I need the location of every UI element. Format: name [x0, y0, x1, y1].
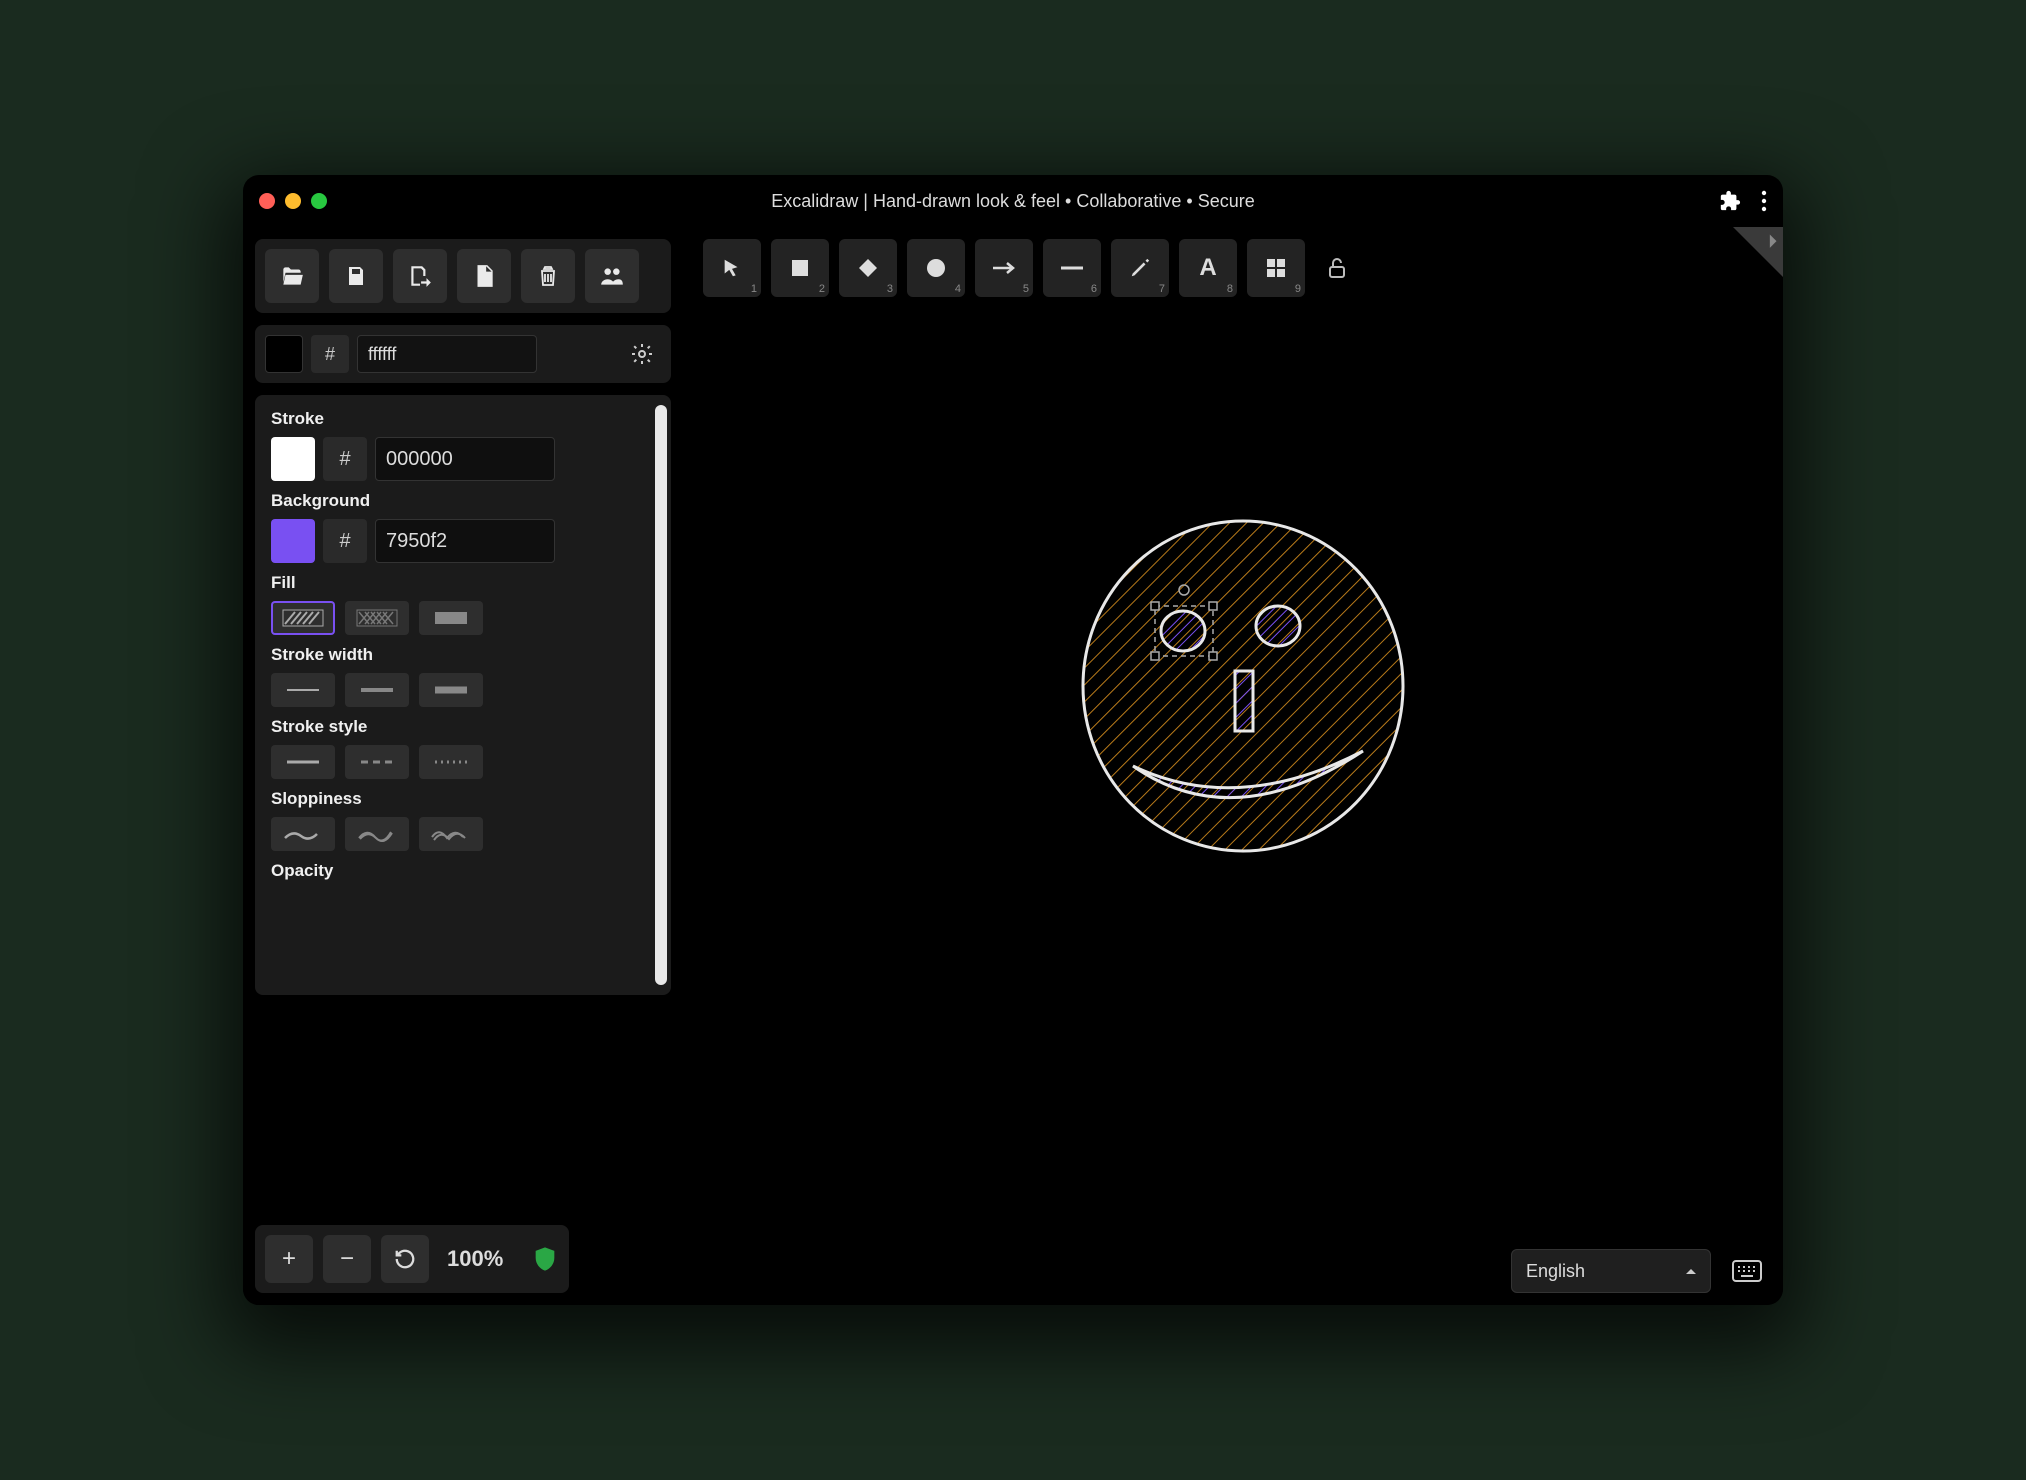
collaborate-button[interactable]	[585, 249, 639, 303]
stroke-width-thin-option[interactable]	[271, 673, 335, 707]
open-button[interactable]	[265, 249, 319, 303]
app-body: # Stroke # Background #	[243, 227, 1783, 1305]
keyboard-shortcuts-button[interactable]	[1723, 1249, 1771, 1293]
stroke-style-dotted-option[interactable]	[419, 745, 483, 779]
stroke-style-solid-option[interactable]	[271, 745, 335, 779]
background-hex-input[interactable]	[375, 519, 555, 563]
properties-scrollbar[interactable]	[655, 405, 667, 985]
chevron-up-icon	[1684, 1266, 1698, 1276]
footer-right: English	[1511, 1249, 1771, 1293]
clear-canvas-button[interactable]	[521, 249, 575, 303]
zoom-in-button[interactable]: +	[265, 1235, 313, 1283]
save-button[interactable]	[329, 249, 383, 303]
stroke-hex-input[interactable]	[375, 437, 555, 481]
opacity-label: Opacity	[271, 861, 655, 881]
close-window-button[interactable]	[259, 193, 275, 209]
zoom-out-button[interactable]: −	[323, 1235, 371, 1283]
extensions-icon[interactable]	[1719, 190, 1741, 212]
language-select[interactable]: English	[1511, 1249, 1711, 1293]
left-panel: # Stroke # Background #	[243, 227, 683, 1305]
background-label: Background	[271, 491, 655, 511]
canvas-bg-swatch[interactable]	[265, 335, 303, 373]
browser-menu-icon[interactable]	[1761, 190, 1767, 212]
fill-solid-option[interactable]	[419, 601, 483, 635]
hash-label: #	[323, 519, 367, 563]
drawing-canvas[interactable]	[683, 227, 1783, 1305]
save-as-button[interactable]	[393, 249, 447, 303]
settings-button[interactable]	[623, 335, 661, 373]
stroke-color-swatch[interactable]	[271, 437, 315, 481]
fill-label: Fill	[271, 573, 655, 593]
background-color-swatch[interactable]	[271, 519, 315, 563]
zoom-reset-button[interactable]	[381, 1235, 429, 1283]
zoom-controls: + − 100%	[255, 1225, 569, 1293]
element-properties-panel: Stroke # Background # Fill	[255, 395, 671, 995]
sloppiness-cartoonist-option[interactable]	[419, 817, 483, 851]
stroke-style-label: Stroke style	[271, 717, 655, 737]
minimize-window-button[interactable]	[285, 193, 301, 209]
stroke-width-label: Stroke width	[271, 645, 655, 665]
sloppiness-label: Sloppiness	[271, 789, 655, 809]
stroke-style-dashed-option[interactable]	[345, 745, 409, 779]
fill-crosshatch-option[interactable]	[345, 601, 409, 635]
hash-label: #	[323, 437, 367, 481]
maximize-window-button[interactable]	[311, 193, 327, 209]
stroke-width-medium-option[interactable]	[345, 673, 409, 707]
encryption-shield-icon[interactable]	[531, 1245, 559, 1273]
file-toolbar	[255, 239, 671, 313]
app-window: Excalidraw | Hand-drawn look & feel • Co…	[243, 175, 1783, 1305]
zoom-level[interactable]: 100%	[439, 1246, 511, 1272]
stroke-width-thick-option[interactable]	[419, 673, 483, 707]
hash-label: #	[311, 335, 349, 373]
sloppiness-architect-option[interactable]	[271, 817, 335, 851]
window-controls	[259, 193, 327, 209]
canvas-background-row: #	[255, 325, 671, 383]
canvas-bg-hex-input[interactable]	[357, 335, 537, 373]
titlebar: Excalidraw | Hand-drawn look & feel • Co…	[243, 175, 1783, 227]
language-selected: English	[1526, 1261, 1585, 1282]
stroke-label: Stroke	[271, 409, 655, 429]
export-button[interactable]	[457, 249, 511, 303]
page-title: Excalidraw | Hand-drawn look & feel • Co…	[771, 191, 1255, 212]
sloppiness-artist-option[interactable]	[345, 817, 409, 851]
fill-hachure-option[interactable]	[271, 601, 335, 635]
